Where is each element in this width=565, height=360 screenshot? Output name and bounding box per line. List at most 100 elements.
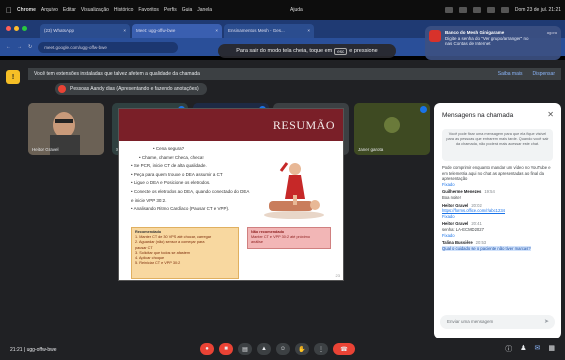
banner-text: Você tem extensões instaladas que talvez… bbox=[34, 71, 200, 77]
chat-panel: Mensagens na chamada ✕ Você pode fixar u… bbox=[434, 103, 561, 339]
warning-icon: ! bbox=[6, 70, 20, 84]
pin-link[interactable]: Fixado bbox=[442, 233, 554, 239]
close-icon[interactable]: ✕ bbox=[547, 110, 554, 119]
camera-off-button[interactable]: ■ bbox=[219, 343, 233, 355]
emoji-button[interactable]: ☺ bbox=[276, 343, 290, 355]
participant-name: Heitor Gravel bbox=[32, 147, 59, 152]
speaking-icon bbox=[420, 106, 427, 113]
slide-bullet: • Peça para quem trouxe o DEA assumir a … bbox=[131, 171, 223, 177]
slide-bullet: • Chame, chame! Checa, checa! bbox=[139, 154, 204, 160]
tab-meet[interactable]: Meet: ugg-offw-bwe × bbox=[132, 24, 222, 38]
back-icon[interactable]: ← bbox=[6, 44, 11, 50]
captions-button[interactable]: ▤ bbox=[238, 343, 252, 355]
slide-bullet: e inicie VPP 30:2. bbox=[131, 197, 167, 203]
menu-historico[interactable]: Histórico bbox=[114, 7, 133, 13]
send-icon[interactable]: ➤ bbox=[544, 318, 549, 325]
sender-name: Talina Bussiêre bbox=[442, 240, 473, 246]
menu-editar[interactable]: Editar bbox=[63, 7, 76, 13]
message-time: 19:54 bbox=[484, 189, 495, 195]
presentation-slide: RESUMÃO • Cena segura? • Chame, chame! C… bbox=[118, 108, 344, 281]
dismiss-button[interactable]: Dispensar bbox=[532, 71, 555, 77]
notification-line: nas Contas de Internet bbox=[445, 41, 491, 46]
slide-number: 23 bbox=[335, 273, 340, 278]
learn-more-link[interactable]: Saiba mais bbox=[498, 71, 523, 77]
activities-icon[interactable]: ▦ bbox=[548, 344, 555, 354]
menu-janela[interactable]: Janela bbox=[197, 7, 212, 13]
zoom-window-button[interactable] bbox=[22, 26, 27, 31]
window-controls bbox=[6, 26, 27, 31]
call-controls: ● ■ ▤ ▲ ☺ ✋ ⋮ ☎ bbox=[200, 343, 355, 355]
participant-tile[interactable]: Heitor Gravel bbox=[28, 103, 104, 155]
chat-message-text: Boa noite! bbox=[442, 194, 461, 200]
chat-input-placeholder: Enviar uma mensagem bbox=[447, 319, 494, 324]
menu-guia[interactable]: Guia bbox=[182, 7, 193, 13]
present-button[interactable]: ▲ bbox=[257, 343, 271, 355]
camera-status-icon[interactable] bbox=[444, 7, 453, 13]
recommended-item: 5. Reiniciar CT e VPP 30:2 bbox=[135, 261, 181, 266]
minimize-window-button[interactable] bbox=[14, 26, 19, 31]
meet-control-bar: 21:21 | ugg-offw-bwe ● ■ ▤ ▲ ☺ ✋ ⋮ ☎ ⓘ ♟… bbox=[0, 338, 565, 360]
meeting-info: 21:21 | ugg-offw-bwe bbox=[10, 347, 57, 353]
leave-call-button[interactable]: ☎ bbox=[333, 343, 355, 355]
forward-icon[interactable]: → bbox=[17, 44, 22, 50]
tab-label: (23) WhatsApp bbox=[44, 28, 75, 33]
info-icon[interactable]: ⓘ bbox=[505, 344, 512, 354]
chat-messages: Pode comprimir enquanto mandar um vídeo … bbox=[442, 165, 554, 251]
people-icon[interactable]: ♟ bbox=[520, 344, 526, 354]
search-icon[interactable] bbox=[500, 7, 509, 13]
chat-message-text: Pode comprimir enquanto mandar um vídeo … bbox=[442, 165, 551, 182]
toast-text-after: e pressione bbox=[349, 48, 378, 54]
slide-bullet: • Ligue o DEA e Posicione os eletrodos. bbox=[131, 180, 211, 186]
menu-ajuda[interactable]: Ajuda bbox=[290, 7, 303, 13]
mic-off-button[interactable]: ● bbox=[200, 343, 214, 355]
menu-perfis[interactable]: Perfis bbox=[164, 7, 177, 13]
slide-bullet: • Cena segura? bbox=[153, 146, 185, 151]
participant-tile[interactable]: Janer garota bbox=[354, 103, 430, 155]
wifi-icon[interactable] bbox=[486, 7, 495, 13]
screen-share-icon[interactable] bbox=[458, 7, 467, 13]
system-notification[interactable]: Banco do Mesh Ginigarame Digite a senha … bbox=[425, 26, 561, 60]
sender-name: Heitor Gravel bbox=[442, 221, 469, 227]
reload-icon[interactable]: ↻ bbox=[28, 44, 32, 50]
battery-icon[interactable] bbox=[472, 7, 481, 13]
close-icon[interactable]: × bbox=[215, 28, 218, 33]
sender-name: Heitor Gravel bbox=[442, 202, 469, 208]
menu-visualizacao[interactable]: Visualização bbox=[81, 7, 109, 13]
close-window-button[interactable] bbox=[6, 26, 11, 31]
url-field[interactable]: meet.google.com/ugg-offw-bwe bbox=[38, 41, 179, 53]
bank-app-icon bbox=[429, 30, 441, 42]
apple-icon[interactable]:  bbox=[6, 6, 12, 15]
esc-key: esc bbox=[334, 47, 348, 55]
slide-bullet: • Se PCR, inicie CT de alta qualidade. bbox=[131, 163, 207, 169]
raised-hand-notice[interactable]: Pessoas Aandy dias (Apresentando e fazen… bbox=[55, 83, 207, 95]
not-recommended-item: análise bbox=[251, 240, 264, 244]
meet-stage: ! Você tem extensões instaladas que talv… bbox=[0, 60, 565, 360]
menu-favoritos[interactable]: Favoritos bbox=[138, 7, 159, 13]
side-controls: ⓘ ♟ ✉ ▦ bbox=[505, 344, 555, 354]
recommended-box: Recomendado 1. Manter CT de 30 VPS até c… bbox=[131, 227, 239, 279]
close-icon[interactable]: × bbox=[307, 28, 310, 33]
message-time: 20:41 bbox=[471, 221, 482, 227]
raise-hand-button[interactable]: ✋ bbox=[295, 343, 309, 355]
sender-name: Guilherme Menezes bbox=[442, 189, 482, 195]
pin-link[interactable]: Fixado bbox=[442, 214, 554, 220]
tab-whatsapp[interactable]: (23) WhatsApp × bbox=[40, 24, 130, 38]
more-options-button[interactable]: ⋮ bbox=[314, 343, 328, 355]
slide-title: RESUMÃO bbox=[272, 118, 335, 132]
chat-title: Mensagens na chamada bbox=[442, 112, 514, 119]
notification-body: Banco do Mesh Ginigarame Digite a senha … bbox=[445, 30, 529, 56]
slide-bullet: • Analisando Ritmo Cardíaco (Pausar CT e… bbox=[131, 206, 230, 212]
menu-arquivo[interactable]: Arquivo bbox=[41, 7, 58, 13]
message-time: 20:02 bbox=[471, 202, 482, 208]
clock[interactable]: Dom 23 de jul. 21:21 bbox=[515, 7, 561, 13]
chat-icon[interactable]: ✉ bbox=[535, 344, 541, 354]
chat-message-input[interactable]: Enviar uma mensagem ➤ bbox=[440, 315, 555, 329]
not-recommended-box: Não recomendado Manter CT e VPP 30:2 até… bbox=[247, 227, 331, 249]
pin-link[interactable]: Fixado bbox=[442, 182, 554, 188]
tab-ensinamentos[interactable]: Ensinamentos Mesh - Ges... × bbox=[224, 24, 314, 38]
status-area: Dom 23 de jul. 21:21 bbox=[444, 7, 561, 13]
macos-menubar:  Chrome Arquivo Editar Visualização His… bbox=[0, 0, 565, 20]
close-icon[interactable]: × bbox=[123, 28, 126, 33]
extensions-banner: Você tem extensões instaladas que talvez… bbox=[28, 68, 561, 80]
app-menu-chrome[interactable]: Chrome bbox=[17, 7, 36, 13]
